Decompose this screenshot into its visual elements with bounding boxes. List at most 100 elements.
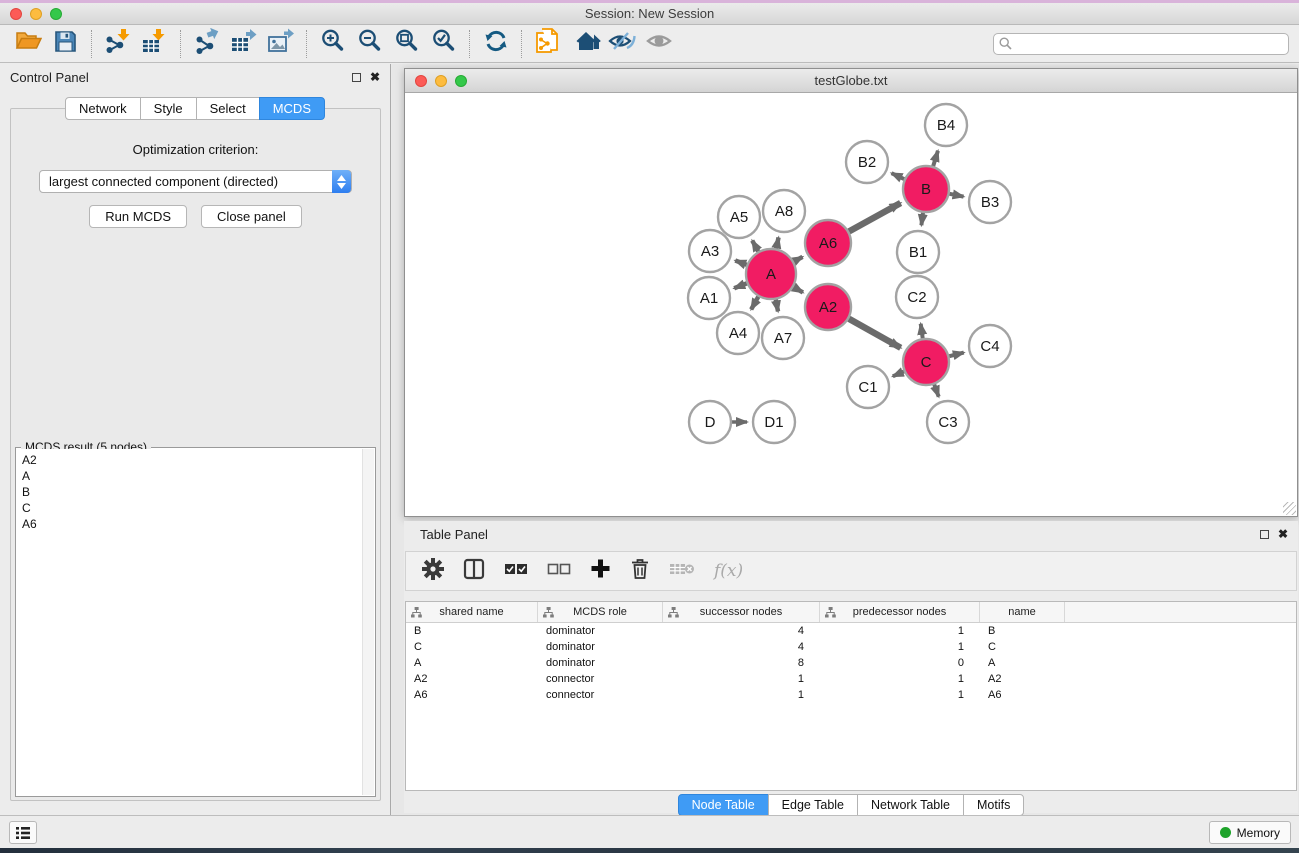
column-header-name[interactable]: name — [980, 602, 1065, 622]
close-table-panel-icon[interactable]: ✖ — [1278, 528, 1288, 540]
graph-node-B1[interactable]: B1 — [897, 231, 939, 273]
column-header-shared-name[interactable]: shared name — [406, 602, 538, 622]
close-panel-icon[interactable]: ✖ — [370, 71, 380, 83]
delete-column-icon[interactable] — [630, 558, 650, 585]
graph-node-B2[interactable]: B2 — [846, 141, 888, 183]
table-cell[interactable]: 1 — [820, 689, 980, 701]
table-cell[interactable]: A6 — [980, 689, 1065, 701]
column-header-MCDS-role[interactable]: MCDS role — [538, 602, 663, 622]
graph-node-A3[interactable]: A3 — [689, 230, 731, 272]
tab-node-table[interactable]: Node Table — [678, 794, 769, 816]
graph-edge-B-B4[interactable] — [933, 151, 938, 166]
show-graphics-details-button[interactable] — [640, 27, 677, 61]
task-history-button[interactable] — [9, 821, 37, 844]
graph-node-A4[interactable]: A4 — [717, 312, 759, 354]
result-item[interactable]: A — [17, 468, 362, 484]
table-cell[interactable]: C — [406, 641, 538, 653]
add-column-icon[interactable] — [590, 558, 611, 584]
table-row[interactable]: A2connector11A2 — [406, 671, 1296, 687]
window-resize-grip[interactable] — [1283, 502, 1296, 515]
graph-node-A7[interactable]: A7 — [762, 317, 804, 359]
table-cell[interactable]: 0 — [820, 657, 980, 669]
column-header-successor-nodes[interactable]: successor nodes — [663, 602, 820, 622]
tab-edge-table[interactable]: Edge Table — [768, 794, 858, 816]
criterion-dropdown[interactable]: largest connected component (directed) — [39, 170, 352, 193]
result-item[interactable]: B — [17, 484, 362, 500]
result-scrollbar[interactable] — [362, 449, 374, 795]
table-cell[interactable]: 1 — [663, 673, 820, 685]
graph-edge-C-C4[interactable] — [949, 353, 964, 357]
delete-table-icon[interactable] — [669, 561, 695, 582]
graph-node-A2[interactable]: A2 — [805, 284, 851, 330]
network-zoom-button[interactable] — [455, 75, 467, 87]
export-image-button[interactable] — [262, 27, 299, 61]
tab-mcds[interactable]: MCDS — [259, 97, 325, 120]
graph-edge-A2-C[interactable] — [849, 319, 901, 348]
table-cell[interactable]: A — [406, 657, 538, 669]
import-network-button[interactable] — [99, 27, 136, 61]
tab-network[interactable]: Network — [65, 97, 141, 120]
export-network-button[interactable] — [188, 27, 225, 61]
table-row[interactable]: Cdominator41C — [406, 639, 1296, 655]
graph-node-A5[interactable]: A5 — [718, 196, 760, 238]
graph-edge-A-A7[interactable] — [776, 300, 778, 312]
graph-edge-C-C1[interactable] — [893, 371, 904, 376]
select-all-icon[interactable] — [504, 561, 528, 582]
graph-node-D1[interactable]: D1 — [753, 401, 795, 443]
table-cell[interactable]: connector — [538, 673, 663, 685]
unselect-all-icon[interactable] — [547, 561, 571, 582]
zoom-window-button[interactable] — [50, 8, 62, 20]
graph-node-C2[interactable]: C2 — [896, 276, 938, 318]
table-cell[interactable]: 4 — [663, 625, 820, 637]
tab-select[interactable]: Select — [196, 97, 260, 120]
graph-edge-A-A6[interactable] — [794, 257, 803, 262]
table-cell[interactable]: A6 — [406, 689, 538, 701]
graph-node-C4[interactable]: C4 — [969, 325, 1011, 367]
result-item[interactable]: A6 — [17, 516, 362, 532]
table-cell[interactable]: B — [980, 625, 1065, 637]
graph-edge-B-B1[interactable] — [921, 213, 923, 225]
graph-node-D[interactable]: D — [689, 401, 731, 443]
minimize-window-button[interactable] — [30, 8, 42, 20]
float-table-panel-icon[interactable] — [1260, 530, 1269, 539]
function-builder-icon[interactable]: f(x) — [714, 561, 743, 581]
run-mcds-button[interactable]: Run MCDS — [89, 205, 187, 228]
table-cell[interactable]: 8 — [663, 657, 820, 669]
result-item[interactable]: C — [17, 500, 362, 516]
graph-node-B4[interactable]: B4 — [925, 104, 967, 146]
close-panel-button[interactable]: Close panel — [201, 205, 302, 228]
graph-node-B[interactable]: B — [903, 166, 949, 212]
float-panel-icon[interactable] — [352, 73, 361, 82]
graph-edge-A-A8[interactable] — [776, 237, 778, 248]
table-cell[interactable]: dominator — [538, 625, 663, 637]
graph-node-A[interactable]: A — [746, 249, 796, 299]
table-cell[interactable]: A2 — [980, 673, 1065, 685]
table-cell[interactable]: 4 — [663, 641, 820, 653]
table-cell[interactable]: dominator — [538, 657, 663, 669]
table-cell[interactable]: 1 — [663, 689, 820, 701]
tab-style[interactable]: Style — [140, 97, 197, 120]
table-cell[interactable]: connector — [538, 689, 663, 701]
graph-edge-A-A4[interactable] — [751, 297, 758, 310]
export-table-button[interactable] — [225, 27, 262, 61]
table-cell[interactable]: A2 — [406, 673, 538, 685]
zoom-in-button[interactable] — [314, 27, 351, 61]
graph-edge-A-A3[interactable] — [735, 261, 746, 265]
hide-details-button[interactable] — [603, 27, 640, 61]
network-canvas[interactable]: B4B2BB3A5A8A6A3B1AA1C2A2A4A7C4CC1C3DD1 — [405, 94, 1297, 516]
graph-node-C[interactable]: C — [903, 339, 949, 385]
table-cell[interactable]: 1 — [820, 625, 980, 637]
tab-motifs[interactable]: Motifs — [963, 794, 1024, 816]
graph-node-C1[interactable]: C1 — [847, 366, 889, 408]
graph-edge-A-A1[interactable] — [734, 283, 747, 288]
show-columns-icon[interactable] — [463, 558, 485, 585]
column-header-predecessor-nodes[interactable]: predecessor nodes — [820, 602, 980, 622]
graph-node-B3[interactable]: B3 — [969, 181, 1011, 223]
memory-button[interactable]: Memory — [1209, 821, 1291, 844]
graph-node-A8[interactable]: A8 — [763, 190, 805, 232]
table-row[interactable]: A6connector11A6 — [406, 687, 1296, 703]
search-input[interactable] — [993, 33, 1289, 55]
graph-edge-A6-B[interactable] — [849, 203, 901, 231]
graph-edge-C-C3[interactable] — [934, 385, 938, 397]
graph-node-A1[interactable]: A1 — [688, 277, 730, 319]
